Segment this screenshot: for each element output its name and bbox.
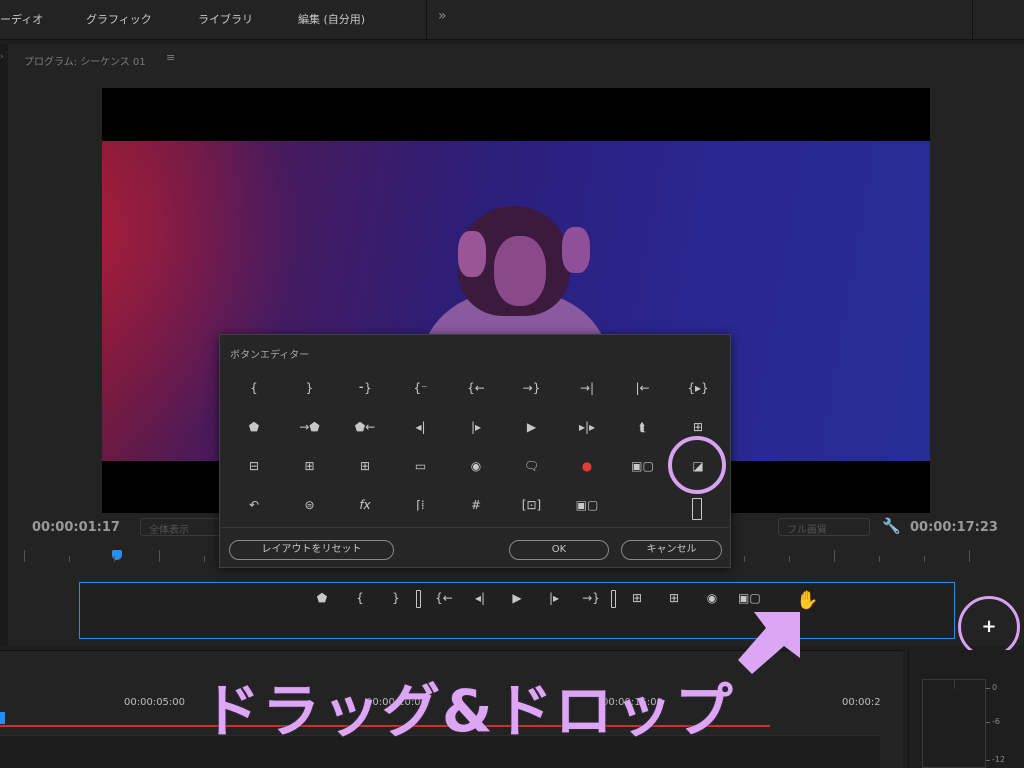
camera-icon[interactable]: ◉	[458, 453, 494, 479]
wrench-icon[interactable]: 🔧	[882, 517, 901, 535]
ruler-tick	[789, 556, 790, 562]
ruler-tick	[834, 550, 835, 562]
zoom-fit-dropdown[interactable]: 全体表示	[140, 518, 224, 536]
extract-icon[interactable]: ⊟	[236, 453, 272, 479]
workspace-bar: ーディオ グラフィック ライブラリ 編集 (自分用)	[0, 0, 1024, 40]
audio-meter	[922, 679, 986, 768]
safe-margins-icon[interactable]: ▭	[403, 453, 439, 479]
vr-video-icon[interactable]: ⊜	[292, 492, 328, 518]
workspace-tab-audio[interactable]: ーディオ	[0, 11, 43, 27]
multi-camera-icon[interactable]: ▣▢	[625, 453, 661, 479]
button-editor-dialog	[219, 334, 731, 568]
separator-slot-icon[interactable]	[611, 590, 616, 608]
go-to-prev-edit-icon[interactable]: |←	[625, 375, 661, 401]
timeline-time-label: 00:00:2	[842, 697, 881, 708]
trim-icon[interactable]: ⌈⁞	[403, 492, 439, 518]
db-label: -12	[992, 755, 1006, 764]
ruler-tick	[969, 550, 970, 562]
ruler-tick	[114, 556, 115, 562]
go-to-prev-marker-icon[interactable]: ⬟←	[347, 414, 383, 440]
dialog-divider	[221, 527, 729, 528]
mark-out-icon[interactable]: }	[292, 375, 328, 401]
duration-timecode: 00:00:17:23	[910, 520, 998, 535]
compare-view-icon[interactable]: ▣▢	[738, 588, 761, 608]
overwrite-icon[interactable]: ⊞	[347, 453, 383, 479]
workspace-tab-graphics[interactable]: グラフィック	[86, 11, 152, 27]
step-forward-icon[interactable]: |▸	[458, 414, 494, 440]
fx-icon[interactable]: fx	[347, 492, 383, 518]
compare-icon[interactable]: ▣▢	[569, 492, 605, 518]
go-to-out-icon[interactable]: →}	[580, 588, 602, 608]
extract-icon[interactable]: ⊞	[663, 588, 685, 608]
panel-title[interactable]: プログラム: シーケンス 01	[24, 53, 146, 68]
button-editor-button[interactable]: +	[958, 596, 1020, 658]
dialog-title: ボタンエディター	[230, 350, 310, 361]
mark-in-icon[interactable]: {	[349, 588, 371, 608]
ruler-tick	[924, 556, 925, 562]
ruler-tick	[744, 556, 745, 562]
ruler-tick	[24, 550, 25, 562]
db-label: 0	[992, 683, 998, 692]
chevron-double-right-icon[interactable]: »	[438, 8, 447, 24]
db-label: -6	[992, 717, 1000, 726]
drag-direction-arrow-icon	[738, 612, 800, 674]
add-marker-icon[interactable]: ⬟	[236, 414, 272, 440]
lift-icon[interactable]: ⊞	[626, 588, 648, 608]
mark-clip-icon[interactable]: ⁃}	[347, 375, 383, 401]
step-back-icon[interactable]: ◂|	[469, 588, 491, 608]
cancel-button[interactable]: キャンセル	[621, 540, 722, 560]
timeline-playhead[interactable]	[0, 712, 5, 724]
go-to-next-marker-icon[interactable]: →⬟	[292, 414, 328, 440]
step-back-icon[interactable]: ◂|	[403, 414, 439, 440]
go-to-next-edit-icon[interactable]: →|	[569, 375, 605, 401]
reset-layout-button[interactable]: レイアウトをリセット	[229, 540, 394, 560]
separator-slot-icon[interactable]	[416, 590, 421, 608]
workspace-tab-custom-edit[interactable]: 編集 (自分用)	[298, 11, 365, 27]
separator-slot-icon[interactable]	[692, 498, 702, 520]
play-icon[interactable]: ▶	[506, 588, 528, 608]
step-forward-icon[interactable]: |▸	[543, 588, 565, 608]
workspace-divider	[426, 0, 427, 40]
add-marker-icon[interactable]: ⬟	[311, 588, 333, 608]
comment-icon[interactable]: 🗨	[514, 453, 550, 479]
mark-out-icon[interactable]: }	[385, 588, 407, 608]
go-to-out-icon[interactable]: →}	[514, 375, 550, 401]
play-around-icon[interactable]: ▸|▸	[569, 414, 605, 440]
mark-in-icon[interactable]: {	[236, 375, 272, 401]
ruler-tick	[69, 556, 70, 562]
drag-drop-caption: ドラッグ&ドロップ	[202, 677, 735, 745]
timeline-time-label: 00:00:05:00	[124, 697, 186, 708]
ruler-tick	[204, 556, 205, 562]
panel-menu-icon[interactable]: ≡	[166, 51, 175, 64]
ruler-tick	[159, 550, 160, 562]
loop-icon[interactable]: ↶	[236, 492, 272, 518]
go-to-in-out-icon[interactable]: {←	[458, 375, 494, 401]
grid-icon[interactable]: #	[458, 492, 494, 518]
export-frame-icon[interactable]: ◉	[701, 588, 723, 608]
record-icon[interactable]: ●	[569, 453, 605, 479]
ok-button[interactable]: OK	[509, 540, 609, 560]
go-to-in-icon[interactable]: {←	[433, 588, 455, 608]
ruler-tick	[879, 556, 880, 562]
play-icon[interactable]: ▶	[514, 414, 550, 440]
current-timecode[interactable]: 00:00:01:17	[32, 520, 120, 535]
proxy-icon[interactable]: [⊡]	[514, 492, 550, 518]
left-panel-edge	[0, 44, 8, 646]
go-to-in-icon[interactable]: {⁻	[403, 375, 439, 401]
panel-collapse-icon[interactable]: ›	[0, 52, 4, 62]
export-frame-icon[interactable]: ⮬	[625, 414, 661, 440]
insert-icon[interactable]: ⊞	[292, 453, 328, 479]
workspace-tab-libraries[interactable]: ライブラリ	[198, 11, 253, 27]
highlight-ring	[668, 436, 726, 494]
workspace-divider-right	[972, 0, 973, 40]
drag-hand-cursor-icon: ✋	[796, 590, 819, 611]
playback-quality-dropdown[interactable]: フル画質	[778, 518, 870, 536]
play-in-to-out-icon[interactable]: {▸}	[680, 375, 716, 401]
